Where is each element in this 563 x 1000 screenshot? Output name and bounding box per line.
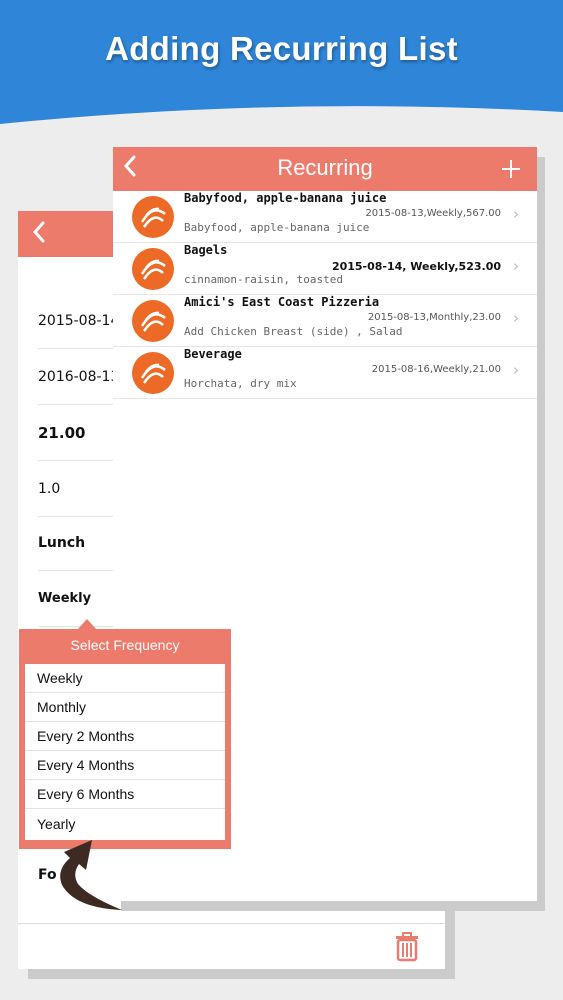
food-avatar-icon [132, 352, 174, 394]
item-description: Babyfood, apple-banana juice [184, 221, 370, 234]
frequency-popover: Select Frequency Weekly Monthly Every 2 … [19, 629, 231, 849]
form-toolbar [18, 923, 445, 969]
list-item[interactable]: Bagels cinnamon-raisin, toasted 2015-08-… [113, 243, 537, 295]
frequency-option-weekly[interactable]: Weekly [25, 664, 225, 693]
food-avatar-icon [132, 248, 174, 290]
recurring-nav-bar: Recurring [113, 147, 537, 191]
frequency-option-every-4-months[interactable]: Every 4 Months [25, 751, 225, 780]
item-meta: 2015-08-14, Weekly,523.00 [331, 260, 501, 273]
frequency-option-every-6-months[interactable]: Every 6 Months [25, 780, 225, 809]
item-name: Beverage [184, 347, 242, 361]
popover-title: Select Frequency [70, 637, 180, 653]
list-item[interactable]: Amici's East Coast Pizzeria Add Chicken … [113, 295, 537, 347]
recurring-title: Recurring [277, 155, 373, 180]
frequency-option-every-2-months[interactable]: Every 2 Months [25, 722, 225, 751]
chevron-right-icon: › [513, 205, 519, 223]
item-description: Add Chicken Breast (side) , Salad [184, 325, 403, 338]
banner-title: Adding Recurring List [105, 30, 458, 67]
trash-icon[interactable] [394, 932, 420, 966]
item-meta: 2015-08-13,Monthly,23.00 [367, 312, 501, 323]
frequency-option-monthly[interactable]: Monthly [25, 693, 225, 722]
item-name: Babyfood, apple-banana juice [184, 191, 387, 205]
chevron-right-icon: › [513, 257, 519, 275]
item-description: cinnamon-raisin, toasted [184, 273, 343, 286]
item-name: Amici's East Coast Pizzeria [184, 295, 380, 309]
food-avatar-icon [132, 300, 174, 342]
item-description: Horchata, dry mix [184, 377, 297, 390]
item-meta: 2015-08-13,Weekly,567.00 [365, 208, 501, 219]
frequency-options-list: Weekly Monthly Every 2 Months Every 4 Mo… [25, 664, 225, 840]
chevron-left-icon[interactable] [32, 221, 46, 249]
list-item[interactable]: Beverage Horchata, dry mix 2015-08-16,We… [113, 347, 537, 399]
food-avatar-icon [132, 196, 174, 238]
list-item[interactable]: Babyfood, apple-banana juice Babyfood, a… [113, 191, 537, 243]
item-name: Bagels [184, 243, 228, 257]
curved-arrow-icon [60, 840, 122, 910]
item-meta: 2015-08-16,Weekly,21.00 [371, 364, 501, 375]
chevron-right-icon: › [513, 309, 519, 327]
plus-icon[interactable] [501, 149, 521, 187]
chevron-right-icon: › [513, 361, 519, 379]
